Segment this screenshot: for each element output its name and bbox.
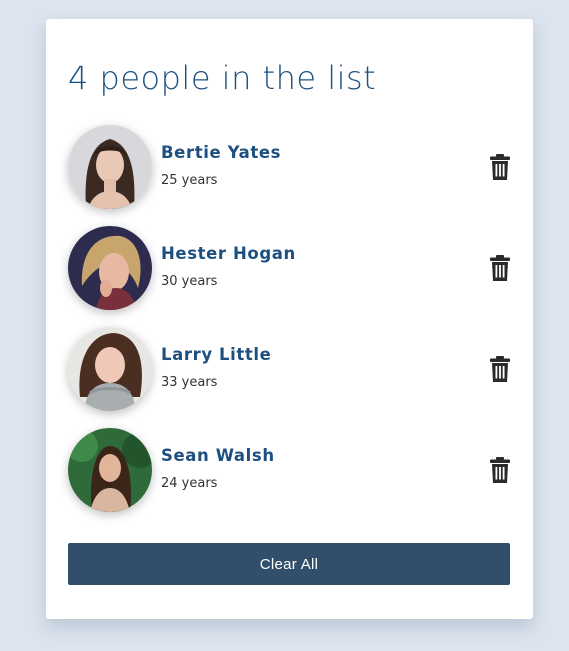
list-item: Hester Hogan 30 years [68,226,511,310]
list-item: Bertie Yates 25 years [68,125,511,209]
avatar [68,327,152,411]
person-age: 33 years [161,375,218,390]
avatar [68,125,152,209]
person-name: Bertie Yates [161,143,282,162]
person-age: 24 years [161,476,218,491]
people-card: 4 people in the list Bertie Yates 25 yea… [46,19,533,619]
list-item: Sean Walsh 24 years [68,428,511,512]
trash-icon [490,255,510,281]
person-name: Hester Hogan [161,244,296,263]
person-age: 25 years [161,173,218,188]
avatar [68,226,152,310]
person-name: Sean Walsh [161,446,275,465]
delete-button[interactable] [489,154,511,180]
trash-icon [490,457,510,483]
delete-button[interactable] [489,356,511,382]
trash-icon [490,356,510,382]
person-age: 30 years [161,274,218,289]
avatar [68,428,152,512]
trash-icon [490,154,510,180]
page-title: 4 people in the list [68,59,377,97]
clear-all-button[interactable]: Clear All [68,543,510,585]
delete-button[interactable] [489,457,511,483]
delete-button[interactable] [489,255,511,281]
list-item: Larry Little 33 years [68,327,511,411]
person-name: Larry Little [161,345,272,364]
